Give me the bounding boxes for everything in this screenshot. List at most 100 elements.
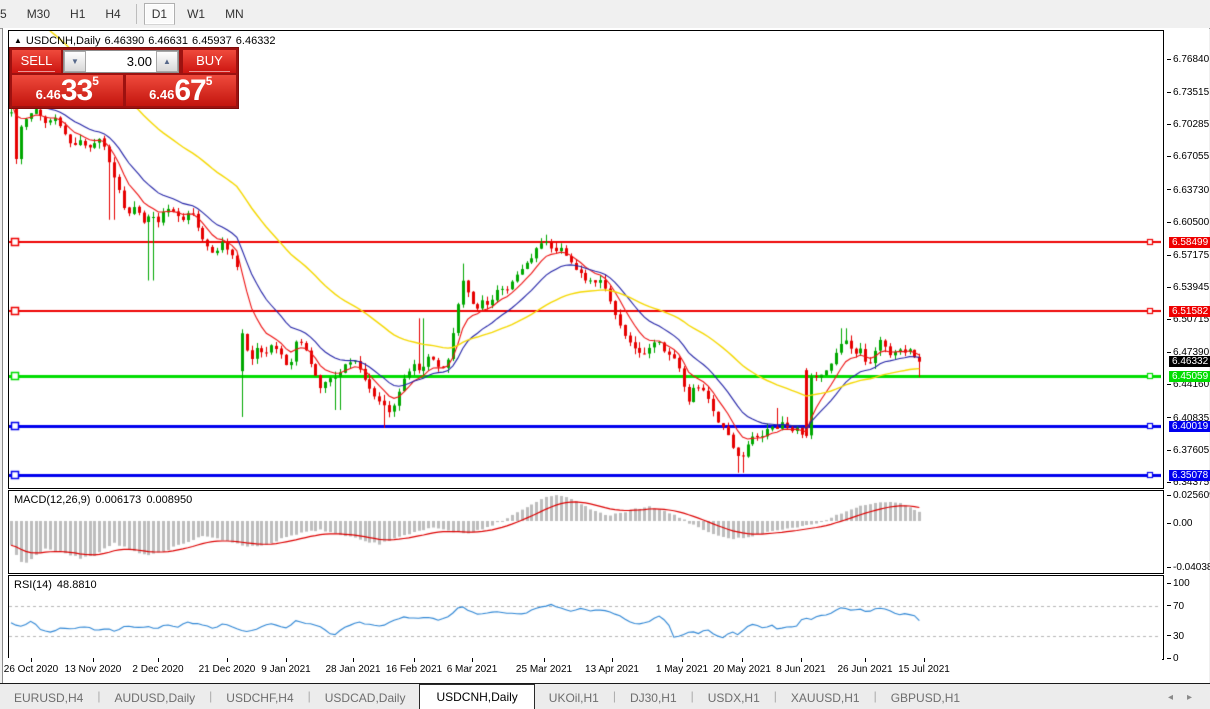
price-tick-label: 6.53945 [1167,282,1209,293]
rsi-name: RSI(14) [14,579,52,591]
price-tick-label: 6.73515 [1167,87,1209,98]
chart-header: ▲ USDCNH,Daily 6.46390 6.46631 6.45937 6.4633… [14,35,280,47]
rsi-canvas[interactable] [9,576,1161,657]
timeframe-button-mn[interactable]: MN [217,3,252,25]
date-tick [353,658,354,662]
rsi-tick-label: 70 [1167,601,1184,612]
volume-increase-button[interactable]: ▲ [156,51,178,72]
chart-tab-gbpusd-h1[interactable]: GBPUSD,H1 [877,687,974,709]
date-label: 16 Feb 2021 [385,664,443,675]
trading-app-window: 5 M30 H1 H4 D1 W1 MN ▲ USDCNH,Daily 6.46390 6.466… [0,0,1210,709]
chart-tab-xauusd-h1[interactable]: XAUUSD,H1 [777,687,874,709]
price-axis: 6.76840 6.73515 6.70285 6.67055 6.63730 6.605… [1164,30,1210,664]
sell-price-big: 33 [60,74,93,107]
rsi-tick-label: 100 [1167,578,1190,589]
date-tick [801,658,802,662]
macd-tick-label: 0.025609 [1167,490,1210,501]
ohlc-low: 6.45937 [192,35,232,47]
date-label: 21 Dec 2020 [198,664,256,675]
volume-decrease-button[interactable]: ▼ [64,51,86,72]
toolbar-separator [135,4,137,24]
tab-scroll-left-icon[interactable]: ◂ [1168,692,1173,703]
collapse-triangle-icon[interactable]: ▲ [14,36,22,45]
price-tick-label: 6.63730 [1167,185,1209,196]
macd-indicator-panel: MACD(12,26,9) 0.006173 0.008950 [8,490,1164,574]
timeframe-button-d1[interactable]: D1 [143,3,176,25]
chart-tab-usdcad-daily[interactable]: USDCAD,Daily [311,687,420,709]
timeframe-button-m30[interactable]: M30 [19,3,58,25]
chart-workspace: ▲ USDCNH,Daily 6.46390 6.46631 6.45937 6.4633… [2,28,1210,683]
date-tick [414,658,415,662]
chart-symbol-label: USDCNH,Daily [25,35,101,47]
date-tick [544,658,545,662]
date-tick [31,658,32,662]
rsi-value: 48.8810 [56,579,97,591]
macd-tick-label: 0.00 [1167,518,1192,529]
level-price-badge: 6.35078 [1169,469,1210,481]
date-tick [472,658,473,662]
current-price-badge: 6.46332 [1169,355,1210,367]
chart-tab-audusd-daily[interactable]: AUDUSD,Daily [100,687,209,709]
one-click-trade-widget: SELL ▼ ▲ BUY 6.46335 6.46675 [9,47,239,109]
date-tick [158,658,159,662]
price-chart-panel: ▲ USDCNH,Daily 6.46390 6.46631 6.45937 6.4633… [8,30,1164,489]
chart-tab-usdchf-h4[interactable]: USDCHF,H4 [212,687,307,709]
chart-tab-usdcnh-daily[interactable]: USDCNH,Daily [419,684,535,709]
timeframe-button-h1[interactable]: H1 [62,3,93,25]
date-label: 25 Mar 2021 [515,664,573,675]
macd-main-value: 0.006173 [95,494,142,506]
rsi-tick-label: 0 [1167,653,1179,664]
date-tick [924,658,925,662]
date-label: 9 Jan 2021 [261,664,311,675]
price-tick-label: 6.67055 [1167,151,1209,162]
sell-price-small: 6.46 [35,87,61,102]
date-tick [742,658,743,662]
price-tick-label: 6.37605 [1167,445,1209,456]
rsi-tick-label: 30 [1167,631,1184,642]
macd-name: MACD(12,26,9) [14,494,91,506]
macd-tick-label: -0.040386 [1167,562,1210,573]
macd-label: MACD(12,26,9) 0.006173 0.008950 [14,494,197,506]
level-price-badge: 6.51582 [1169,305,1210,317]
level-price-badge: 6.45059 [1169,370,1210,382]
price-tick-label: 6.60500 [1167,217,1209,228]
date-label: 15 Jul 2021 [898,664,950,675]
date-label: 8 Jun 2021 [776,664,826,675]
date-label: 6 Mar 2021 [446,664,498,675]
ohlc-open: 6.46390 [104,35,145,47]
chart-tab-usdx-h1[interactable]: USDX,H1 [694,687,774,709]
ohlc-close: 6.46332 [235,35,276,47]
ohlc-high: 6.46631 [148,35,189,47]
sell-price-sup: 5 [92,74,99,88]
tab-scroll-arrows: ◂ ▸ [1168,692,1192,703]
timeframe-button-w1[interactable]: W1 [179,3,213,25]
macd-signal-value: 0.008950 [146,494,193,506]
buy-price-big: 67 [174,74,206,107]
chart-tab-ukoil-h1[interactable]: UKOil,H1 [535,687,613,709]
rsi-label: RSI(14) 48.8810 [14,579,102,591]
level-price-badge: 6.58499 [1169,236,1210,248]
buy-price-sup: 5 [205,74,213,88]
chart-tab-dj30-h1[interactable]: DJ30,H1 [616,687,691,709]
date-label: 13 Apr 2021 [585,664,639,675]
volume-input[interactable] [86,51,156,72]
price-tick-label: 6.57175 [1167,250,1209,261]
time-axis: 26 Oct 2020 13 Nov 2020 2 Dec 2020 21 Dec 2… [4,658,1162,683]
buy-price-display[interactable]: 6.46 67 5 [125,74,236,107]
buy-button[interactable]: BUY [183,50,236,73]
level-price-badge: 6.40019 [1169,420,1210,432]
price-tick-label: 6.76840 [1167,54,1209,65]
date-label: 13 Nov 2020 [64,664,122,675]
tab-scroll-right-icon[interactable]: ▸ [1187,692,1192,703]
chart-tab-eurusd-h4[interactable]: EURUSD,H4 [0,687,97,709]
volume-stepper: ▼ ▲ [63,50,179,73]
date-label: 1 May 2021 [655,664,709,675]
sell-button[interactable]: SELL [12,50,61,73]
price-tick-label: 6.70285 [1167,119,1209,130]
timeframe-button-h4[interactable]: H4 [97,3,128,25]
date-label: 2 Dec 2020 [132,664,184,675]
sell-price-display[interactable]: 6.46 33 5 [12,75,123,106]
timeframe-button-5[interactable]: 5 [0,3,15,25]
date-tick [865,658,866,662]
date-tick [286,658,287,662]
